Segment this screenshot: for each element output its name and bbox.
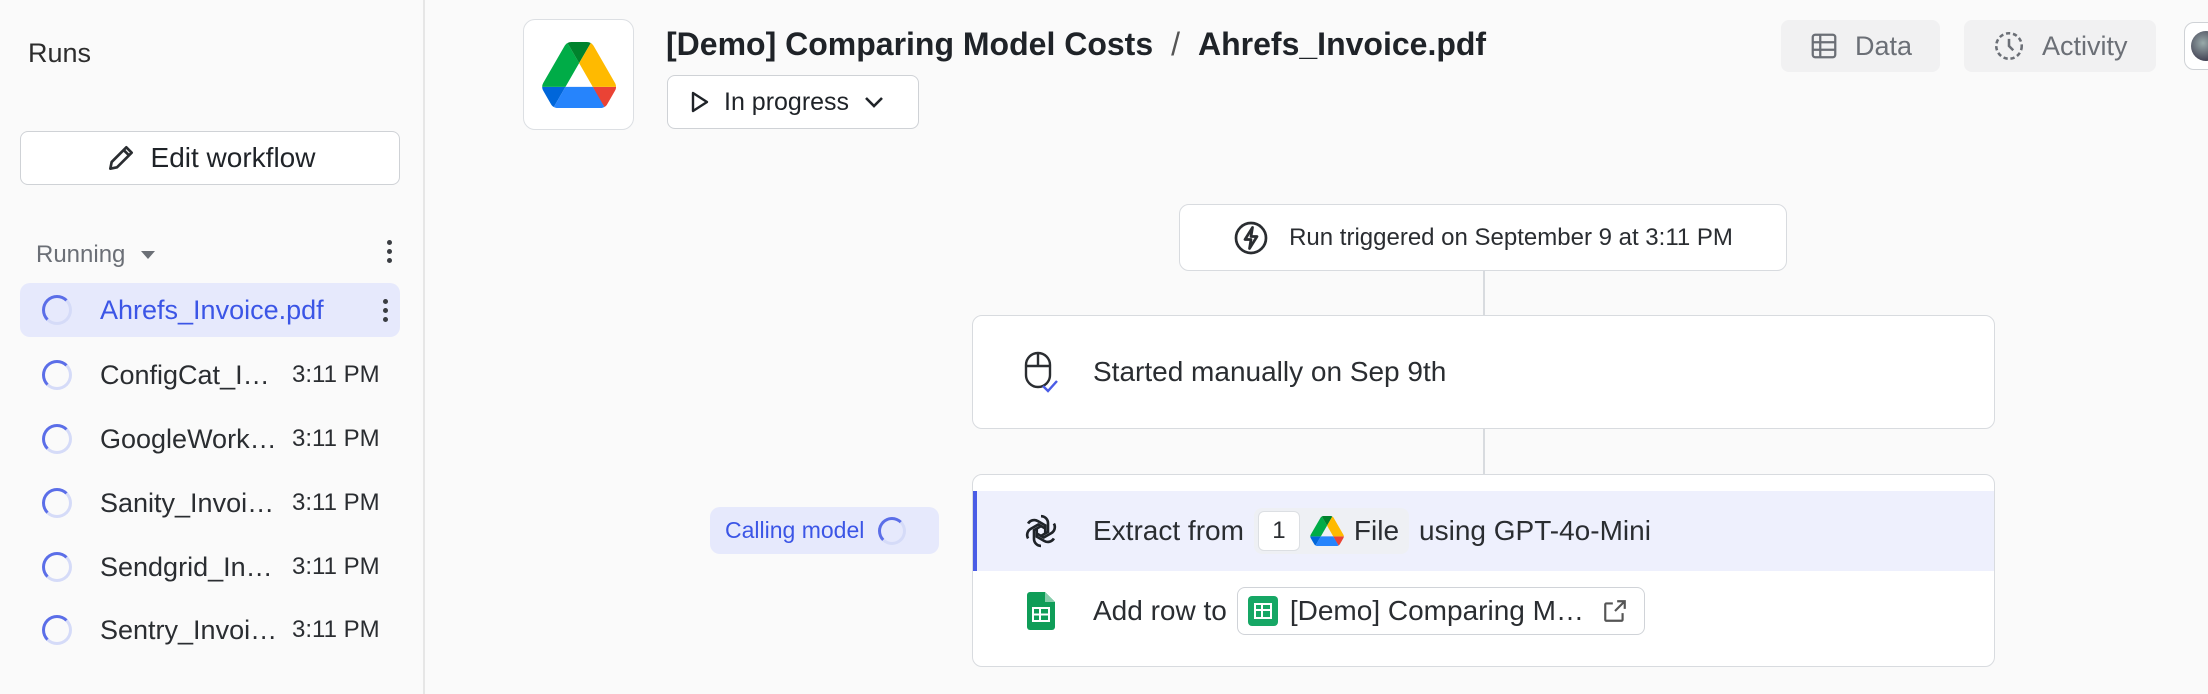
run-name: Sendgrid_Invoice.pdf: [100, 551, 280, 582]
sidebar-title: Runs: [28, 38, 92, 68]
add-row-step-row[interactable]: Add row to [Demo] Comparing Model Costs: [973, 571, 1994, 651]
loading-spinner-icon: [42, 488, 72, 518]
running-group-label: Running: [36, 241, 126, 268]
breadcrumb-separator: /: [1171, 26, 1181, 62]
run-trigger-text: Run triggered on September 9 at 3:11 PM: [1289, 223, 1733, 251]
google-drive-icon: [1310, 516, 1344, 546]
google-sheets-icon: [1019, 589, 1063, 633]
lightning-icon: [1234, 221, 1268, 254]
run-time: 3:11 PM: [292, 616, 380, 643]
run-time: 3:11 PM: [292, 553, 380, 580]
file-label: File: [1353, 515, 1400, 546]
flow-connector: [1483, 271, 1485, 315]
add-row-prefix: Add row to: [1093, 595, 1227, 626]
play-icon: [691, 91, 709, 113]
sheet-name: [Demo] Comparing Model Costs: [1289, 595, 1590, 626]
breadcrumb-file: Ahrefs_Invoice.pdf: [1198, 26, 1487, 62]
avatar[interactable]: [2184, 22, 2208, 70]
extract-suffix: using GPT-4o-Mini: [1419, 515, 1651, 546]
loading-spinner-icon: [42, 295, 72, 325]
external-link-icon[interactable]: [1602, 598, 1628, 624]
calling-model-badge: Calling model: [710, 507, 939, 554]
start-step-row: Started manually on Sep 9th: [973, 316, 1994, 427]
run-item[interactable]: Sanity_Invoice.pdf 3:11 PM: [20, 476, 400, 530]
run-name: ConfigCat_Invoice.pdf: [100, 359, 280, 390]
data-button[interactable]: Data: [1781, 20, 1941, 72]
data-button-label: Data: [1855, 30, 1913, 61]
activity-button[interactable]: Activity: [1964, 20, 2156, 72]
calling-model-label: Calling model: [725, 517, 865, 543]
loading-spinner-icon: [42, 424, 72, 454]
more-vertical-icon[interactable]: [384, 240, 394, 263]
breadcrumb: [Demo] Comparing Model Costs / Ahrefs_In…: [666, 26, 1486, 63]
start-step-card: Started manually on Sep 9th: [972, 315, 1995, 429]
google-drive-app-icon: [523, 19, 634, 130]
run-name: Ahrefs_Invoice.pdf: [100, 294, 324, 325]
running-group-header[interactable]: Running: [36, 240, 396, 270]
google-drive-icon: [541, 41, 616, 108]
run-time: 3:11 PM: [292, 489, 380, 516]
start-step-text: Started manually on Sep 9th: [1093, 355, 1447, 387]
run-trigger-info: Run triggered on September 9 at 3:11 PM: [1179, 204, 1787, 271]
flow-connector: [1483, 429, 1485, 474]
run-status-label: In progress: [724, 87, 850, 116]
run-item-active[interactable]: Ahrefs_Invoice.pdf: [20, 283, 400, 337]
file-count: 1: [1257, 511, 1300, 551]
table-icon: [1811, 33, 1837, 59]
run-name: Sentry_Invoice.pdf: [100, 614, 280, 645]
activity-button-label: Activity: [2042, 30, 2128, 61]
loading-spinner-icon: [878, 516, 907, 545]
loading-spinner-icon: [42, 360, 72, 390]
run-item[interactable]: Sentry_Invoice.pdf 3:11 PM: [20, 603, 400, 657]
clock-icon: [1994, 31, 2024, 61]
run-time: 3:11 PM: [292, 361, 380, 388]
run-status-dropdown[interactable]: In progress: [667, 75, 919, 129]
run-name: Sanity_Invoice.pdf: [100, 487, 280, 518]
more-vertical-icon[interactable]: [380, 298, 390, 322]
extract-prefix: Extract from: [1093, 515, 1244, 546]
run-item[interactable]: Sendgrid_Invoice.pdf 3:11 PM: [20, 540, 400, 594]
loading-spinner-icon: [42, 552, 72, 582]
sidebar: Runs Edit workflow Running Ahrefs_Invoic…: [0, 0, 425, 694]
run-name: GoogleWorkspace_Invoice.pdf: [100, 423, 280, 454]
google-sheets-icon: [1247, 596, 1278, 626]
edit-workflow-button[interactable]: Edit workflow: [20, 131, 400, 185]
action-steps-card: Extract from 1 File using GPT-4o-Mini Ad: [972, 474, 1995, 667]
edit-workflow-label: Edit workflow: [150, 142, 316, 173]
run-time: 3:11 PM: [292, 425, 380, 452]
pencil-icon: [108, 146, 133, 170]
run-item[interactable]: ConfigCat_Invoice.pdf 3:11 PM: [20, 348, 400, 402]
breadcrumb-workflow[interactable]: [Demo] Comparing Model Costs: [666, 26, 1153, 63]
run-item[interactable]: GoogleWorkspace_Invoice.pdf 3:11 PM: [20, 412, 400, 466]
chevron-down-icon: [865, 97, 883, 108]
file-input-chip[interactable]: 1 File: [1253, 508, 1410, 554]
sheet-link-chip[interactable]: [Demo] Comparing Model Costs: [1236, 587, 1645, 635]
caret-down-icon: [141, 251, 156, 259]
mouse-click-icon: [1019, 350, 1063, 394]
loading-spinner-icon: [42, 615, 72, 645]
extract-step-row[interactable]: Extract from 1 File using GPT-4o-Mini: [973, 491, 1994, 571]
openai-icon: [1019, 509, 1063, 553]
